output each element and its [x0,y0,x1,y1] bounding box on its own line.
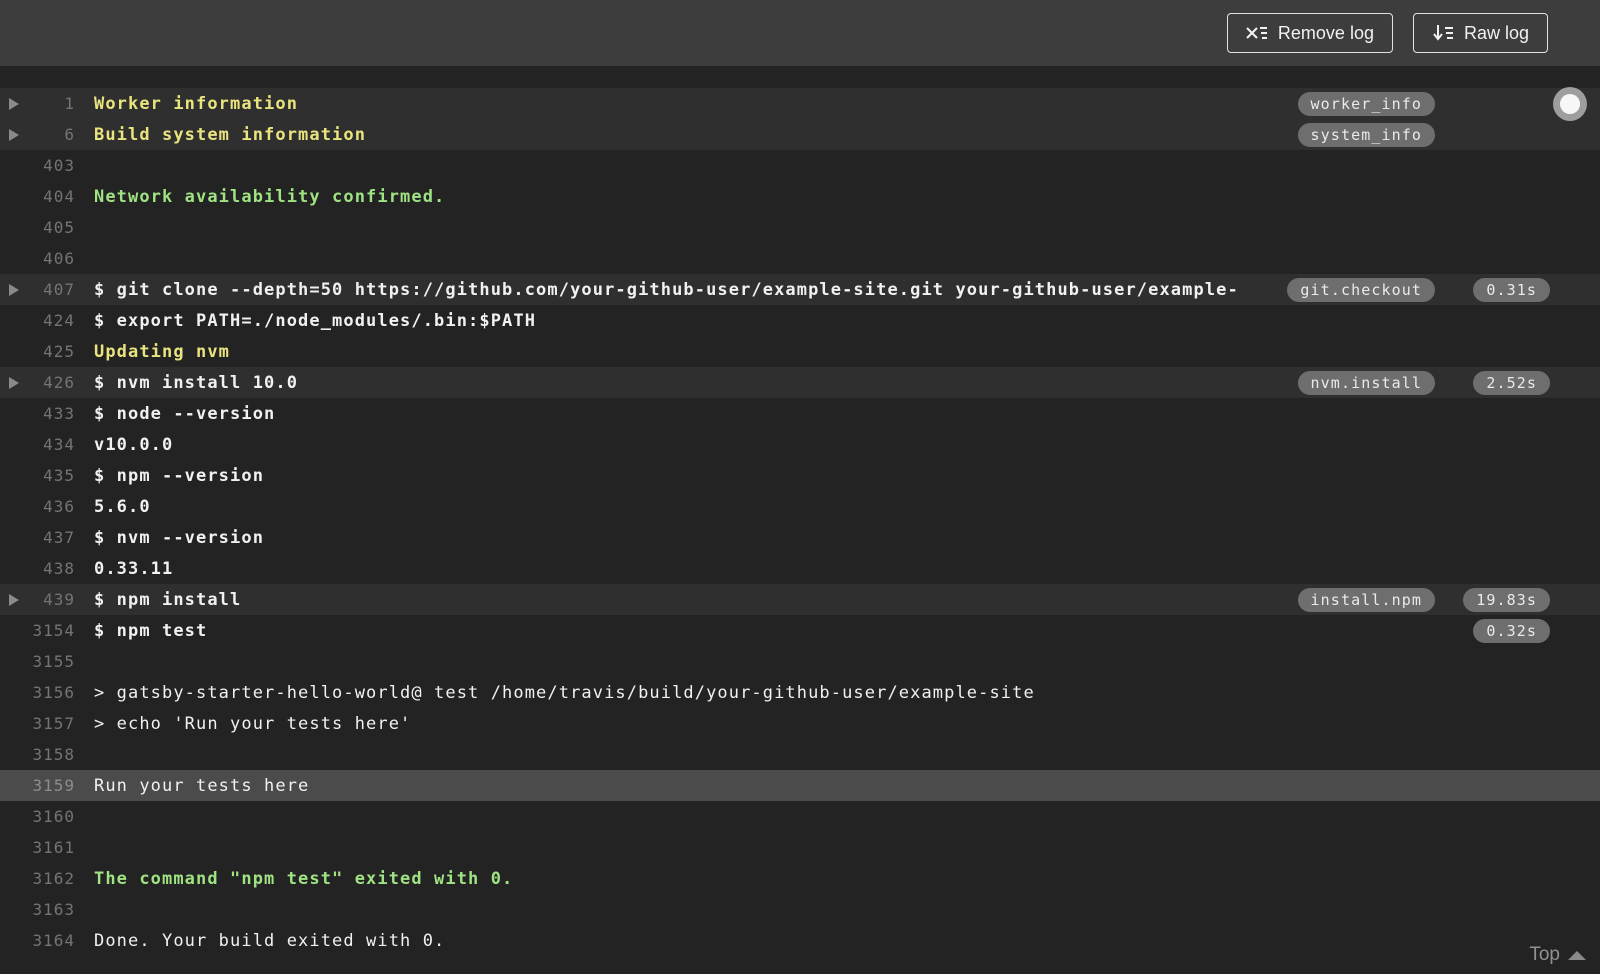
log-row: 3156 > gatsby-starter-hello-world@ test … [0,677,1600,708]
raw-log-button[interactable]: Raw log [1412,13,1548,53]
log-text: v10.0.0 [94,434,174,455]
line-number[interactable]: 436 [0,497,75,516]
line-number[interactable]: 3162 [0,869,75,888]
log-row: 3154 $ npm test 0.32s [0,615,1600,646]
log-row: 3163 [0,894,1600,925]
log-text: 5.6.0 [94,496,151,517]
log-row: 435 $ npm --version [0,460,1600,491]
raw-log-label: Raw log [1463,22,1529,43]
log-row: 437 $ nvm --version [0,522,1600,553]
log-text: Run your tests here [94,775,310,796]
line-number[interactable]: 433 [0,404,75,423]
log-text: Updating nvm [94,341,231,362]
log-row: 424 $ export PATH=./node_modules/.bin:$P… [0,305,1600,336]
build-log: 1 Worker information worker_info 6 Build… [0,66,1600,956]
duration-badge: 0.32s [1473,618,1550,643]
top-label: Top [1529,944,1560,965]
log-row: 404 Network availability confirmed. [0,181,1600,212]
scroll-to-top-link[interactable]: Top [1529,944,1586,966]
line-number[interactable]: 3158 [0,745,75,764]
log-text: Network availability confirmed. [94,186,446,207]
line-number[interactable]: 3159 [0,776,75,795]
remove-log-button[interactable]: Remove log [1226,13,1393,53]
log-row: 1 Worker information worker_info [0,88,1600,119]
fold-tag-badge: git.checkout [1287,277,1435,302]
line-number[interactable]: 3163 [0,900,75,919]
log-text: Worker information [94,93,299,114]
line-number[interactable]: 3160 [0,807,75,826]
log-text: $ npm --version [94,465,265,486]
line-number[interactable]: 3154 [0,621,75,640]
log-text: 0.33.11 [94,558,174,579]
log-text: $ export PATH=./node_modules/.bin:$PATH [94,310,537,331]
log-row: 3158 [0,739,1600,770]
log-row: 3164 Done. Your build exited with 0. [0,925,1600,956]
fold-arrow-icon[interactable] [9,593,19,606]
log-row: 407 $ git clone --depth=50 https://githu… [0,274,1600,305]
line-number[interactable]: 437 [0,528,75,547]
log-row: 425 Updating nvm [0,336,1600,367]
line-number[interactable]: 3164 [0,931,75,950]
fold-tag-badge: nvm.install [1297,370,1435,395]
raw-log-icon [1432,24,1454,42]
log-text: $ node --version [94,403,276,424]
log-row: 403 [0,150,1600,181]
remove-log-label: Remove log [1277,22,1374,43]
log-toolbar: Remove log Raw log [0,0,1600,66]
line-number[interactable]: 3155 [0,652,75,671]
line-number[interactable]: 3157 [0,714,75,733]
line-number[interactable]: 406 [0,249,75,268]
fold-arrow-icon[interactable] [9,97,19,110]
fold-tag-badge: install.npm [1297,587,1435,612]
scroll-indicator[interactable] [1553,87,1587,121]
line-number[interactable]: 405 [0,218,75,237]
log-row: 439 $ npm install install.npm 19.83s [0,584,1600,615]
log-text: > gatsby-starter-hello-world@ test /home… [94,682,1035,703]
log-text: The command "npm test" exited with 0. [94,868,514,889]
line-number[interactable]: 3161 [0,838,75,857]
log-row: 3161 [0,832,1600,863]
log-row: 3157 > echo 'Run your tests here' [0,708,1600,739]
log-row: 405 [0,212,1600,243]
remove-log-icon [1246,24,1268,42]
line-number[interactable]: 424 [0,311,75,330]
log-text: $ npm install [94,589,242,610]
line-number[interactable]: 404 [0,187,75,206]
line-number[interactable]: 434 [0,435,75,454]
fold-arrow-icon[interactable] [9,376,19,389]
duration-badge: 2.52s [1473,370,1550,395]
log-text: $ npm test [94,620,208,641]
log-text: Done. Your build exited with 0. [94,930,446,951]
fold-arrow-icon[interactable] [9,128,19,141]
log-row: 3155 [0,646,1600,677]
duration-badge: 19.83s [1463,587,1550,612]
log-row: 3160 [0,801,1600,832]
log-row: 434 v10.0.0 [0,429,1600,460]
log-row: 6 Build system information system_info [0,119,1600,150]
log-text: $ git clone --depth=50 https://github.co… [94,279,1239,300]
log-row: 406 [0,243,1600,274]
log-row: 436 5.6.0 [0,491,1600,522]
log-text: $ nvm install 10.0 [94,372,299,393]
log-row: 433 $ node --version [0,398,1600,429]
fold-arrow-icon[interactable] [9,283,19,296]
log-text: $ nvm --version [94,527,265,548]
log-row: 438 0.33.11 [0,553,1600,584]
line-number[interactable]: 3156 [0,683,75,702]
fold-tag-badge: worker_info [1297,91,1435,116]
line-number[interactable]: 425 [0,342,75,361]
line-number[interactable]: 403 [0,156,75,175]
line-number[interactable]: 435 [0,466,75,485]
log-row: 3159 Run your tests here [0,770,1600,801]
log-text: Build system information [94,124,367,145]
duration-badge: 0.31s [1473,277,1550,302]
log-row: 3162 The command "npm test" exited with … [0,863,1600,894]
line-number[interactable]: 438 [0,559,75,578]
log-row: 426 $ nvm install 10.0 nvm.install 2.52s [0,367,1600,398]
log-text: > echo 'Run your tests here' [94,713,412,734]
fold-tag-badge: system_info [1297,122,1435,147]
caret-up-icon [1568,950,1586,960]
